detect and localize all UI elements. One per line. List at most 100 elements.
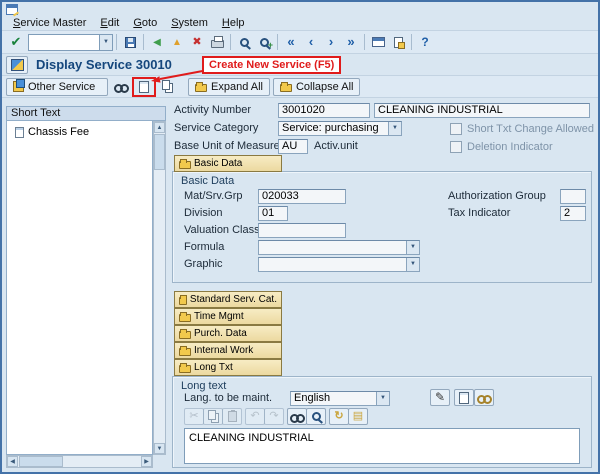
cancel-button[interactable] [187, 33, 207, 52]
other-service-button[interactable]: Other Service [6, 78, 108, 96]
language-label: Lang. to be maint. [184, 392, 290, 404]
long-text-editor[interactable]: CLEANING INDUSTRIAL [184, 428, 580, 464]
cut-button[interactable] [184, 408, 204, 425]
menu-service-master[interactable]: Service Master [6, 17, 93, 29]
tree-horizontal-scrollbar[interactable] [6, 455, 153, 468]
other-service-label: Other Service [28, 81, 95, 93]
scroll-down-icon[interactable] [154, 443, 165, 454]
purch-data-button[interactable]: Purch. Data [174, 325, 282, 342]
division-field[interactable]: 01 [258, 206, 288, 221]
dropdown-arrow-icon[interactable] [388, 122, 401, 135]
auth-group-row: Authorization Group [448, 188, 586, 204]
find-button[interactable] [234, 33, 254, 52]
magnifier-icon [312, 412, 321, 421]
language-dropdown[interactable]: English [290, 391, 390, 406]
sap-window: Service Master Edit Goto System Help [0, 0, 600, 474]
display-change-button[interactable] [111, 77, 131, 96]
dropdown-arrow-icon[interactable] [406, 241, 419, 254]
command-input[interactable] [28, 34, 100, 51]
collapse-all-button[interactable]: Collapse All [273, 78, 360, 96]
redo-button[interactable] [264, 408, 284, 425]
expand-all-button[interactable]: Expand All [188, 78, 270, 96]
valuation-class-field[interactable] [258, 223, 346, 238]
find-next-text-button[interactable] [306, 408, 326, 425]
exit-button[interactable] [167, 33, 187, 52]
document-icon [15, 127, 24, 138]
scroll-up-icon[interactable] [154, 122, 165, 133]
time-mgmt-button[interactable]: Time Mgmt [174, 308, 282, 325]
find-next-button[interactable] [254, 33, 274, 52]
standard-serv-cat-label: Standard Serv. Cat. [190, 294, 277, 305]
next-page-button[interactable] [321, 33, 341, 52]
application-toolbar: Other Service Expand All Collapse All [2, 76, 598, 98]
copy-button[interactable] [203, 408, 223, 425]
back-button[interactable] [147, 33, 167, 52]
clipboard-icon [228, 411, 237, 422]
page-title: Display Service 30010 [36, 57, 172, 72]
first-page-button[interactable] [281, 33, 301, 52]
paste-button[interactable] [222, 408, 242, 425]
window-icon [6, 4, 18, 15]
create-shortcut-button[interactable] [388, 33, 408, 52]
print-button[interactable] [207, 33, 227, 52]
display-text-button[interactable] [454, 389, 474, 406]
undo-button[interactable] [245, 408, 265, 425]
deletion-indicator-group: Deletion Indicator [450, 139, 553, 154]
save-button[interactable] [120, 33, 140, 52]
cancel-icon [192, 37, 201, 48]
vertical-scroll-thumb[interactable] [154, 134, 165, 170]
activity-number-field[interactable]: 3001020 [278, 103, 370, 118]
formula-label: Formula [184, 241, 258, 253]
formula-row: Formula [184, 239, 420, 255]
previous-page-button[interactable] [301, 33, 321, 52]
enter-button[interactable] [6, 33, 26, 52]
refresh-text-button[interactable] [329, 408, 349, 425]
collapse-all-label: Collapse All [296, 81, 353, 93]
auth-group-field[interactable] [560, 189, 586, 204]
refresh-icon [334, 411, 343, 422]
menu-system[interactable]: System [164, 17, 215, 29]
menu-goto[interactable]: Goto [126, 17, 164, 29]
edit-text-button[interactable] [430, 389, 450, 406]
find-icon [240, 38, 249, 47]
service-category-dropdown[interactable]: Service: purchasing [278, 121, 402, 136]
deletion-indicator-checkbox[interactable] [450, 141, 462, 153]
next-page-icon [329, 35, 333, 49]
internal-work-button[interactable]: Internal Work [174, 342, 282, 359]
horizontal-scroll-thumb[interactable] [19, 456, 63, 467]
scroll-left-icon[interactable] [7, 456, 18, 467]
graphic-dropdown[interactable] [258, 257, 420, 272]
standard-serv-cat-button[interactable]: Standard Serv. Cat. [174, 291, 282, 308]
mat-srv-grp-field[interactable]: 020033 [258, 189, 346, 204]
format-text-button[interactable] [348, 408, 368, 425]
menu-help[interactable]: Help [215, 17, 252, 29]
expand-all-label: Expand All [211, 81, 263, 93]
tree-vertical-scrollbar[interactable] [153, 121, 166, 455]
tree-item-chassis-fee[interactable]: Chassis Fee [7, 121, 152, 138]
dropdown-arrow-icon[interactable] [406, 258, 419, 271]
activity-name-field[interactable]: CLEANING INDUSTRIAL [374, 103, 590, 118]
base-unit-field[interactable]: AU [278, 139, 308, 154]
copy-service-button[interactable] [157, 77, 177, 96]
scroll-right-icon[interactable] [141, 456, 152, 467]
valuation-class-row: Valuation Class [184, 222, 346, 238]
new-session-button[interactable] [368, 33, 388, 52]
menu-edit[interactable]: Edit [93, 17, 126, 29]
service-object-button[interactable] [6, 56, 28, 74]
format-icon [353, 411, 363, 422]
basic-data-tab[interactable]: Basic Data [174, 155, 282, 172]
command-dropdown-icon[interactable] [100, 34, 113, 51]
folder-icon [179, 331, 191, 339]
long-txt-button[interactable]: Long Txt [174, 359, 282, 376]
valuation-class-label: Valuation Class [184, 224, 258, 236]
tax-indicator-field[interactable]: 2 [560, 206, 586, 221]
short-txt-change-checkbox[interactable] [450, 123, 462, 135]
change-text-button[interactable] [474, 389, 494, 406]
activity-number-label: Activity Number [174, 104, 278, 116]
formula-dropdown[interactable] [258, 240, 420, 255]
find-text-button[interactable] [287, 408, 307, 425]
last-page-button[interactable] [341, 33, 361, 52]
help-button[interactable] [415, 33, 435, 52]
dropdown-arrow-icon[interactable] [376, 392, 389, 405]
mat-srv-grp-label: Mat/Srv.Grp [184, 190, 258, 202]
